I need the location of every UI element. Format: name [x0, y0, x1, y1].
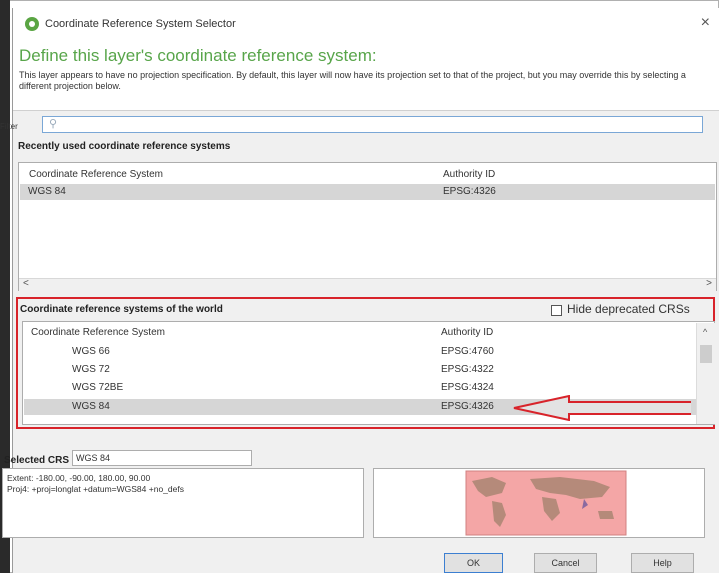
qgis-logo-icon [25, 17, 39, 31]
hide-deprecated-checkbox[interactable] [551, 305, 562, 316]
close-icon[interactable]: × [701, 14, 710, 32]
authority-id: EPSG:4326 [443, 186, 496, 197]
recent-crs-title: Recently used coordinate reference syste… [18, 141, 231, 152]
table-row[interactable]: WGS 72 EPSG:4322 [24, 362, 696, 378]
crs-name: WGS 84 [28, 186, 66, 197]
table-row[interactable]: WGS 84 EPSG:4326 [20, 184, 715, 200]
search-icon: ⚲ [49, 118, 58, 130]
scroll-left-icon[interactable]: < [23, 278, 29, 289]
column-header-crs[interactable]: Coordinate Reference System [29, 169, 163, 180]
world-crs-table: Coordinate Reference System Authority ID… [22, 321, 715, 425]
recent-crs-table: Coordinate Reference System Authority ID… [18, 162, 717, 291]
filter-input[interactable]: ⚲ [42, 116, 703, 133]
world-map-icon [465, 470, 627, 536]
selected-crs-field[interactable]: WGS 84 [72, 450, 252, 466]
cancel-button[interactable]: Cancel [534, 553, 597, 573]
extent-map-preview [373, 468, 705, 538]
crs-name: WGS 66 [72, 346, 110, 357]
extent-text: Extent: -180.00, -90.00, 180.00, 90.00 [7, 473, 151, 483]
crs-name: WGS 72 [72, 364, 110, 375]
authority-id: EPSG:4324 [441, 382, 494, 393]
scroll-right-icon[interactable]: > [706, 278, 712, 289]
crs-name: WGS 72BE [72, 382, 124, 393]
header-area: Define this layer's coordinate reference… [13, 40, 719, 111]
page-title: Define this layer's coordinate reference… [19, 46, 377, 65]
table-row[interactable]: WGS 66 EPSG:4760 [24, 344, 696, 360]
red-arrow-annotation [513, 395, 691, 421]
vertical-scrollbar[interactable]: ^ [696, 323, 715, 424]
authority-id: EPSG:4322 [441, 364, 494, 375]
proj4-text: Proj4: +proj=longlat +datum=WGS84 +no_de… [7, 484, 184, 494]
scroll-up-icon[interactable]: ^ [703, 327, 707, 337]
authority-id: EPSG:4326 [441, 401, 494, 412]
column-header-authority-id[interactable]: Authority ID [441, 327, 493, 338]
column-header-crs[interactable]: Coordinate Reference System [31, 327, 165, 338]
table-row[interactable]: WGS 72BE EPSG:4324 [24, 380, 696, 396]
description-text: This layer appears to have no projection… [19, 70, 686, 91]
help-button[interactable]: Help [631, 553, 694, 573]
authority-id: EPSG:4760 [441, 346, 494, 357]
crs-name: WGS 84 [72, 401, 110, 412]
crs-info-panel: Extent: -180.00, -90.00, 180.00, 90.00 P… [2, 468, 364, 538]
selected-crs-label: Selected CRS [4, 455, 70, 466]
column-header-authority-id[interactable]: Authority ID [443, 169, 495, 180]
scroll-thumb[interactable] [700, 345, 712, 363]
filter-label: Filter [0, 122, 18, 131]
horizontal-scrollbar[interactable]: < > [19, 278, 716, 291]
title-bar: Coordinate Reference System Selector × [13, 8, 719, 40]
window-title: Coordinate Reference System Selector [45, 18, 236, 30]
hide-deprecated-label: Hide deprecated CRSs [567, 302, 690, 316]
world-crs-title: Coordinate reference systems of the worl… [20, 304, 223, 315]
ok-button[interactable]: OK [444, 553, 503, 573]
